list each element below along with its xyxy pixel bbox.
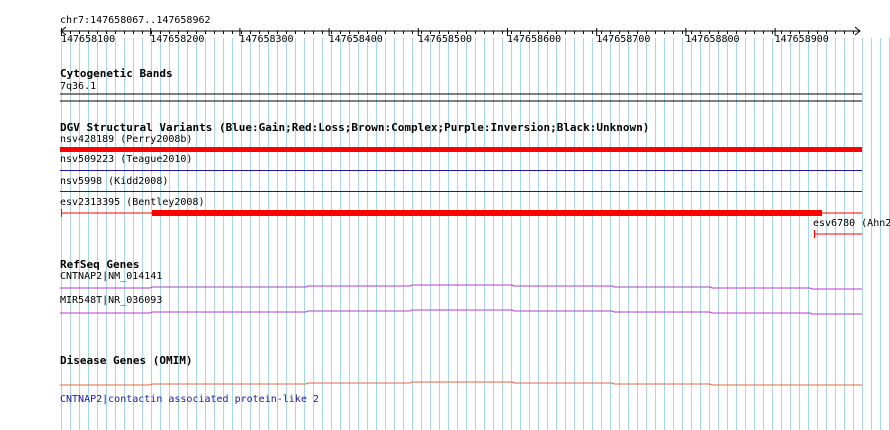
omim-gene-cntnap2[interactable] [60, 381, 862, 386]
ruler-tick-label: 147658100 [61, 34, 116, 45]
region-label: chr7:147658067..147658962 [60, 15, 211, 26]
dgv-label-nsv5998[interactable]: nsv5998 (Kidd2008) [60, 176, 168, 188]
grid-lines [61, 38, 890, 430]
gene-model-mir548t[interactable] [60, 309, 862, 315]
dgv-label-esv2313395[interactable]: esv2313395 (Bentley2008) [60, 197, 205, 209]
dgv-feature-esv6780[interactable] [814, 230, 862, 238]
ruler-tick-label: 147658800 [685, 34, 740, 45]
ruler-tick-label: 147658400 [328, 34, 383, 45]
dgv-label-nsv428189[interactable]: nsv428189 (Perry2008b) [60, 134, 192, 146]
dgv-feature-esv2313395[interactable] [61, 209, 862, 217]
track-title-dgv: DGV Structural Variants (Blue:Gain;Red:L… [60, 121, 650, 134]
dgv-feature-nsv428189[interactable] [60, 147, 862, 152]
omim-label-cntnap2[interactable]: CNTNAP2|contactin associated protein-lik… [60, 394, 319, 406]
ruler-tick-label: 147658900 [774, 34, 829, 45]
track-title-omim: Disease Genes (OMIM) [60, 354, 193, 367]
track-title-refseq: RefSeq Genes [60, 258, 140, 271]
dgv-label-nsv509223[interactable]: nsv509223 (Teague2010) [60, 154, 192, 166]
ruler-tick-label: 147658200 [150, 34, 205, 45]
dgv-label-esv6780[interactable]: esv6780 (Ahn2 [813, 218, 890, 230]
ruler-tick-label: 147658600 [507, 34, 562, 45]
ruler-tick-label: 147658300 [239, 34, 294, 45]
ruler-tick-label: 147658500 [417, 34, 472, 45]
gene-label-cntnap2[interactable]: CNTNAP2|NM_014141 [60, 271, 162, 283]
ruler-tick-label: 147658700 [596, 34, 651, 45]
gene-label-mir548t[interactable]: MIR548T|NR_036093 [60, 295, 162, 307]
track-title-cytoband: Cytogenetic Bands [60, 67, 173, 80]
cytoband-label[interactable]: 7q36.1 [60, 81, 96, 93]
gene-model-cntnap2[interactable] [60, 284, 862, 290]
